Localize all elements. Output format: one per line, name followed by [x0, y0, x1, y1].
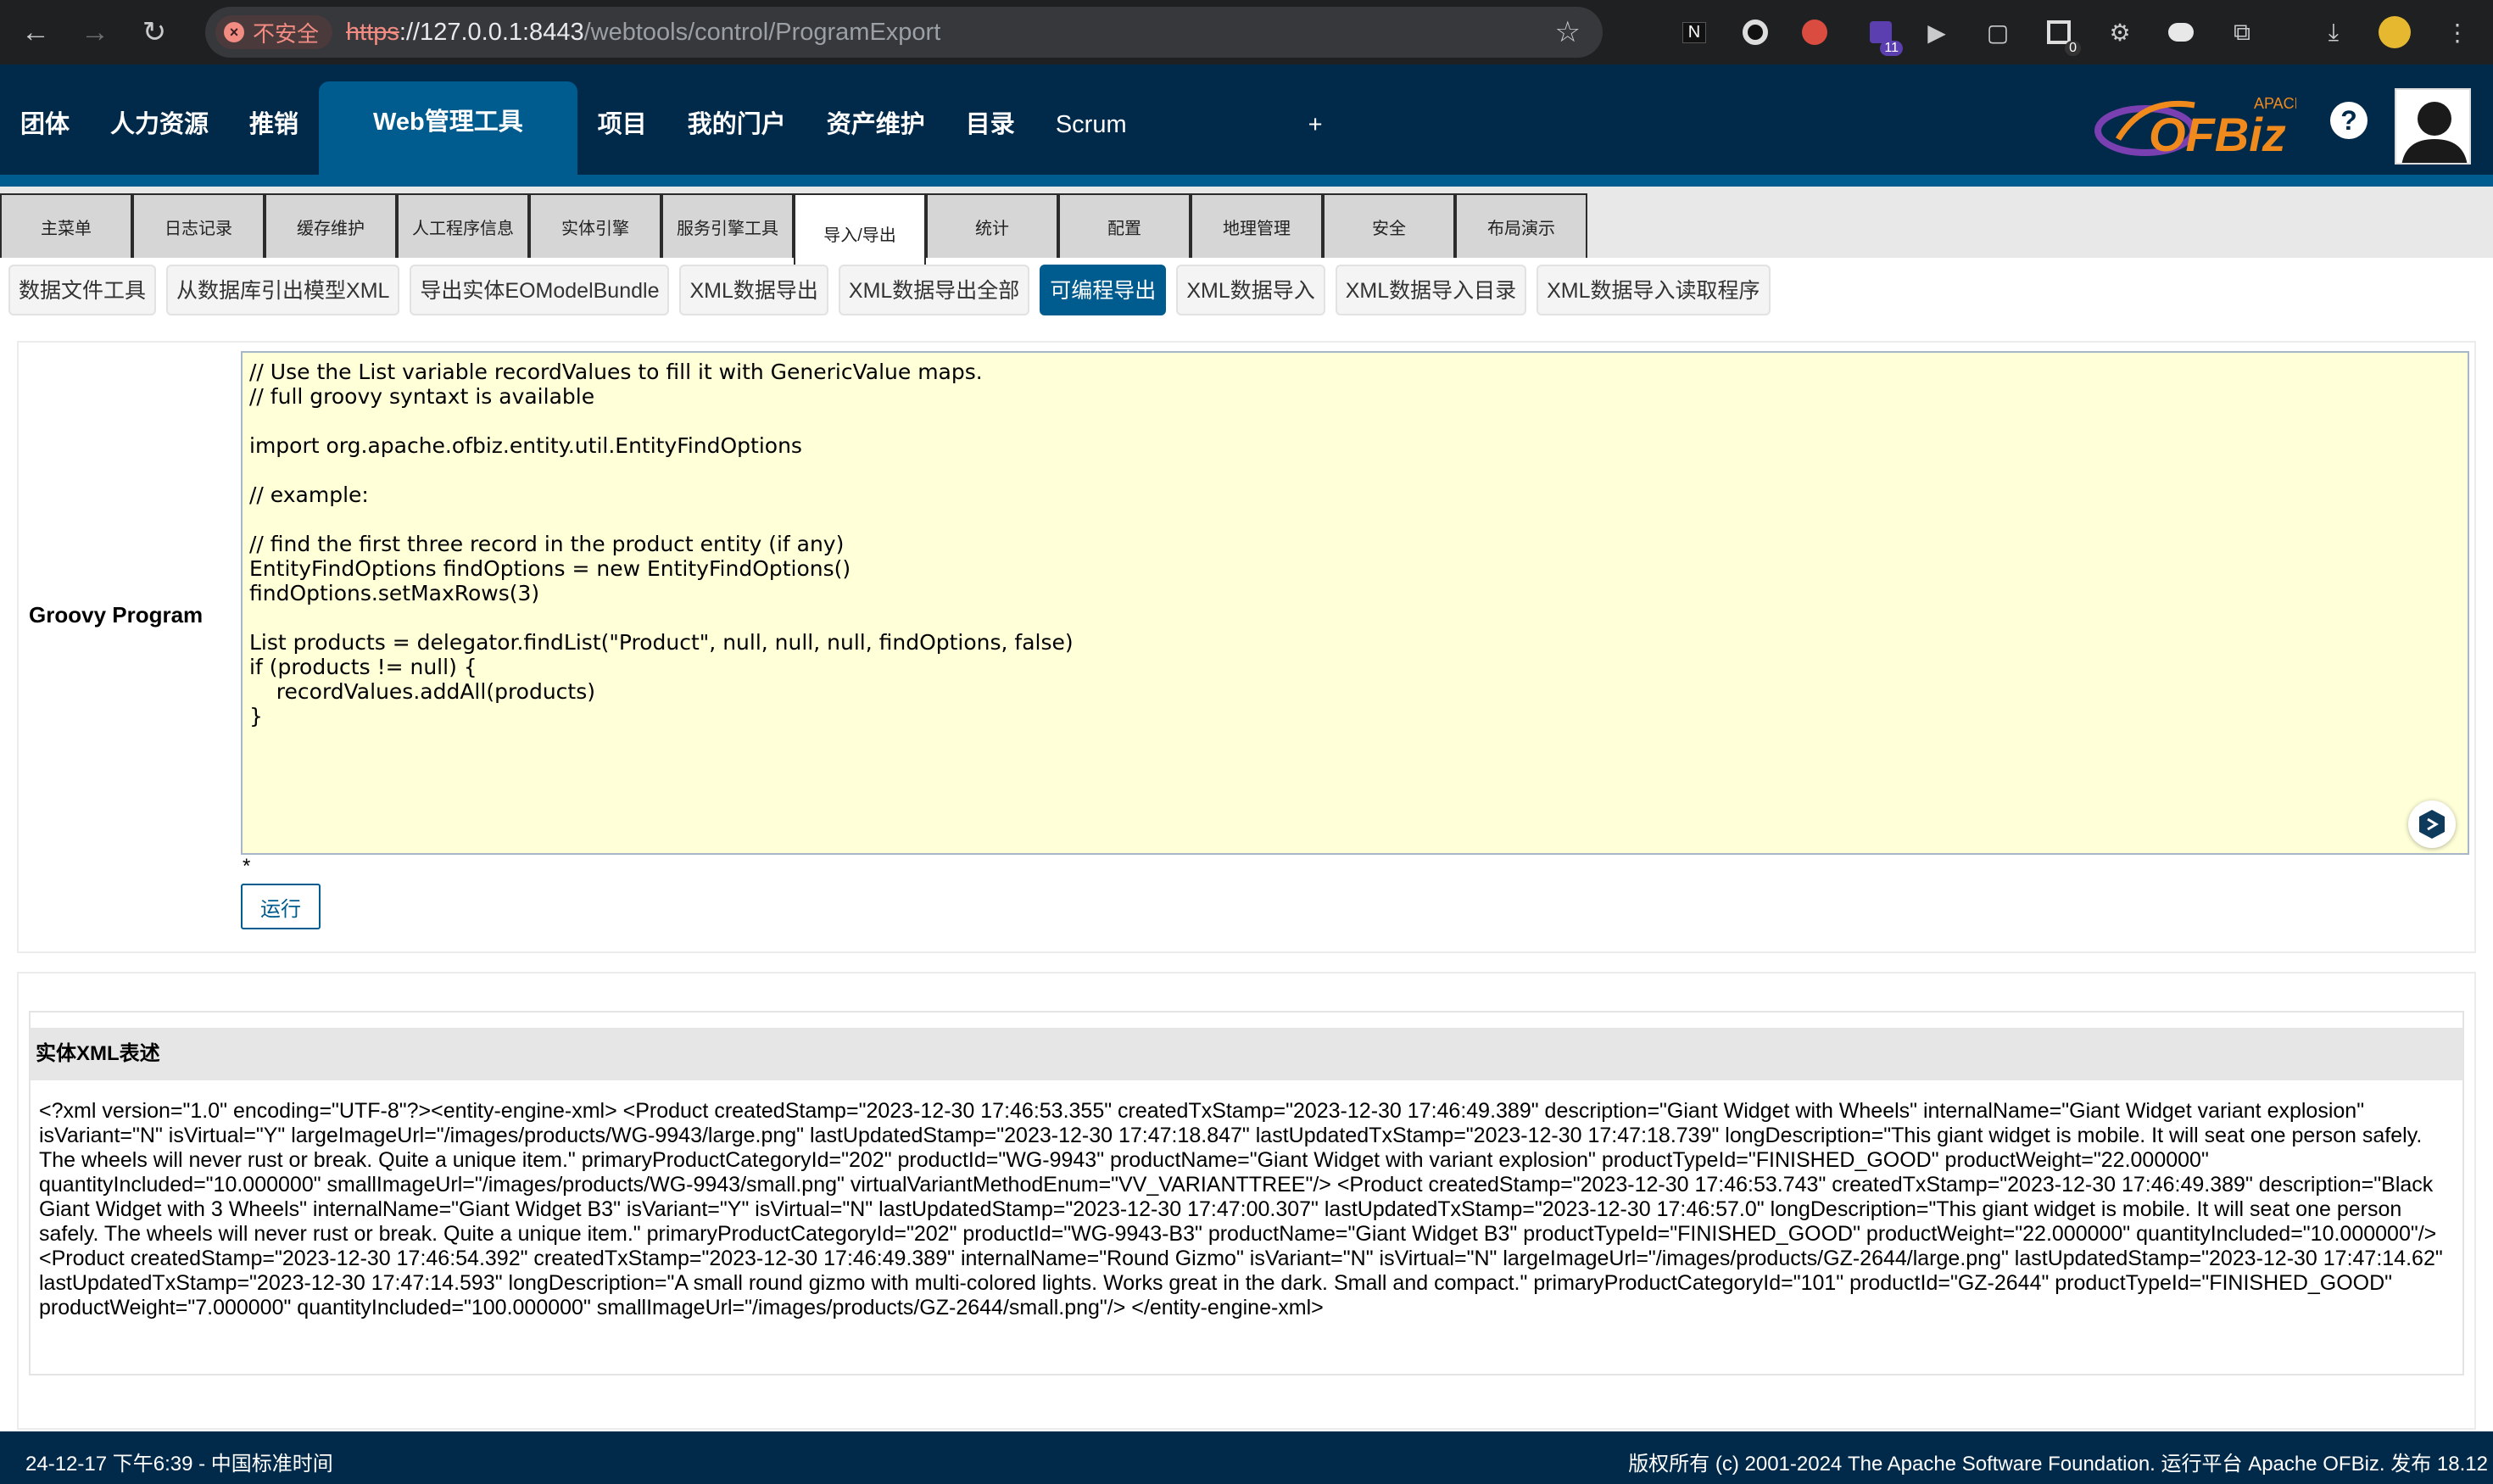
- tab-stats[interactable]: 统计: [926, 193, 1058, 258]
- url-path: /webtools/control/ProgramExport: [583, 18, 941, 46]
- entity-model-xml-button[interactable]: 从数据库引出模型XML: [166, 265, 400, 315]
- address-bar[interactable]: × 不安全 https://127.0.0.1:8443/webtools/co…: [205, 7, 1603, 58]
- extension-n-icon[interactable]: N: [1677, 15, 1711, 49]
- program-export-button[interactable]: 可编程导出: [1040, 265, 1167, 315]
- nav-webtools[interactable]: Web管理工具: [319, 81, 577, 175]
- eomodel-bundle-button[interactable]: 导出实体EOModelBundle: [410, 265, 670, 315]
- extension-play-icon[interactable]: ▶: [1920, 15, 1954, 49]
- xml-import-dir-button[interactable]: XML数据导入目录: [1335, 265, 1527, 315]
- app-header: 团体 人力资源 推销 Web管理工具 项目 我的门户 资产维护 目录 Scrum…: [0, 64, 2493, 187]
- reload-icon[interactable]: ↻: [131, 8, 178, 56]
- tab-logging[interactable]: 日志记录: [132, 193, 265, 258]
- tab-geo[interactable]: 地理管理: [1191, 193, 1323, 258]
- nav-asset-maint[interactable]: 资产维护: [806, 95, 945, 154]
- nav-hr[interactable]: 人力资源: [90, 95, 229, 154]
- logo-text: OFBiz: [2149, 108, 2286, 159]
- footer: 24-12-17 下午6:39 - 中国标准时间 版权所有 (c) 2001-2…: [0, 1431, 2493, 1484]
- required-mark: *: [243, 855, 251, 878]
- back-icon[interactable]: ←: [12, 8, 59, 56]
- assistant-glyph-icon: [2419, 810, 2445, 839]
- extension-shield-icon[interactable]: 11: [1864, 15, 1903, 56]
- groovy-program-textarea[interactable]: // Use the List variable recordValues to…: [241, 351, 2469, 855]
- tab-artifact-info[interactable]: 人工程序信息: [397, 193, 529, 258]
- nav-myportal[interactable]: 我的门户: [667, 95, 806, 154]
- tab-main[interactable]: 主菜单: [0, 193, 132, 258]
- extension-circle-icon[interactable]: [1738, 15, 1772, 49]
- avatar[interactable]: [2395, 88, 2471, 165]
- tab-entity-engine[interactable]: 实体引擎: [529, 193, 661, 258]
- url-host: ://127.0.0.1:8443: [399, 18, 584, 46]
- tab-cache[interactable]: 缓存维护: [265, 193, 397, 258]
- warning-icon: ×: [224, 22, 244, 42]
- bookmark-star-icon[interactable]: ☆: [1555, 15, 1581, 49]
- tab-config[interactable]: 配置: [1058, 193, 1191, 258]
- run-button[interactable]: 运行: [241, 884, 321, 929]
- nav-catalog[interactable]: 目录: [945, 95, 1035, 154]
- download-icon[interactable]: ⤓: [2317, 15, 2351, 49]
- groovy-program-label: Groovy Program: [29, 602, 204, 628]
- sub-tab-bar: 主菜单 日志记录 缓存维护 人工程序信息 实体引擎 服务引擎工具 导入/导出 统…: [0, 187, 2493, 265]
- nav-party[interactable]: 团体: [0, 95, 90, 154]
- url-scheme: https: [346, 18, 399, 46]
- program-form: Groovy Program // Use the List variable …: [17, 341, 2476, 953]
- help-icon[interactable]: ?: [2330, 102, 2368, 139]
- extension-santa-icon[interactable]: [1798, 15, 1832, 49]
- tab-import-export[interactable]: 导入/导出: [794, 193, 926, 265]
- data-file-tools-button[interactable]: 数据文件工具: [8, 265, 157, 315]
- footer-copyright: 版权所有 (c) 2001-2024 The Apache Software F…: [1628, 1453, 2488, 1476]
- assistant-icon[interactable]: [2408, 801, 2456, 848]
- forward-icon[interactable]: →: [71, 8, 119, 56]
- extension-qr-icon[interactable]: 0: [2042, 15, 2081, 56]
- header-stripe: [0, 175, 2493, 187]
- menu-icon[interactable]: ⋮: [2440, 15, 2474, 49]
- tab-layout-demo[interactable]: 布局演示: [1455, 193, 1587, 258]
- xml-import-reader-button[interactable]: XML数据导入读取程序: [1537, 265, 1771, 315]
- xml-output-text: <?xml version="1.0" encoding="UTF-8"?><e…: [39, 1099, 2443, 1319]
- extensions-puzzle-icon[interactable]: ⧉: [2225, 15, 2259, 49]
- main-nav: 团体 人力资源 推销 Web管理工具 项目 我的门户 资产维护 目录 Scrum…: [0, 81, 1343, 175]
- tab-security[interactable]: 安全: [1323, 193, 1455, 258]
- ofbiz-logo[interactable]: APACHE OFBiz: [2093, 88, 2296, 159]
- extension-gear-icon[interactable]: ⚙: [2103, 15, 2137, 49]
- result-panel: 实体XML表述 <?xml version="1.0" encoding="UT…: [17, 972, 2476, 1430]
- extension-badge-2: 0: [2065, 41, 2081, 56]
- xml-import-button[interactable]: XML数据导入: [1176, 265, 1325, 315]
- result-title: 实体XML表述: [31, 1028, 2462, 1080]
- insecure-label: 不安全: [253, 20, 320, 47]
- browser-toolbar: ← → ↻ × 不安全 https://127.0.0.1:8443/webto…: [0, 0, 2493, 64]
- user-silhouette-icon: [2401, 102, 2468, 163]
- nav-add-button[interactable]: +: [1147, 95, 1343, 154]
- url-text[interactable]: https://127.0.0.1:8443/webtools/control/…: [346, 19, 940, 47]
- section-button-bar: 数据文件工具 从数据库引出模型XML 导出实体EOModelBundle XML…: [8, 265, 1771, 317]
- profile-icon[interactable]: [2378, 15, 2412, 49]
- nav-scrum[interactable]: Scrum: [1035, 95, 1147, 154]
- extension-cloud-icon[interactable]: [2164, 15, 2198, 49]
- result-box: 实体XML表述 <?xml version="1.0" encoding="UT…: [29, 1011, 2464, 1375]
- xml-export-all-button[interactable]: XML数据导出全部: [838, 265, 1030, 315]
- extension-badge: 11: [1880, 41, 1903, 56]
- footer-timestamp: 24-12-17 下午6:39 - 中国标准时间: [25, 1453, 333, 1476]
- extension-glasses-icon[interactable]: ▢: [1981, 15, 2015, 49]
- tab-service-engine[interactable]: 服务引擎工具: [661, 193, 794, 258]
- nav-marketing[interactable]: 推销: [229, 95, 319, 154]
- xml-export-button[interactable]: XML数据导出: [679, 265, 828, 315]
- security-chip[interactable]: × 不安全: [215, 15, 333, 49]
- nav-project[interactable]: 项目: [577, 95, 667, 154]
